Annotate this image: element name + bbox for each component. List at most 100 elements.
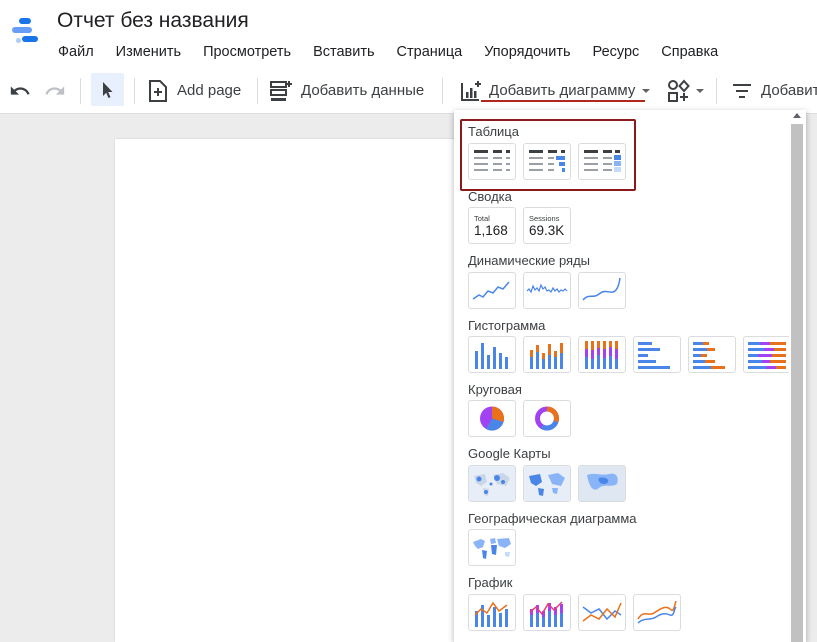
chart-option-donut[interactable] bbox=[523, 400, 571, 437]
scorecard-label: Sessions bbox=[529, 214, 560, 223]
section-table-label: Таблица bbox=[468, 124, 519, 139]
stacked-column-icon bbox=[530, 343, 563, 369]
menu-insert[interactable]: Вставить bbox=[302, 42, 385, 62]
app-bar: Отчет без названия Файл Изменить Просмот… bbox=[0, 0, 817, 68]
add-page-label: Add page bbox=[177, 82, 242, 99]
chart-option-100-stacked-column[interactable] bbox=[578, 336, 626, 373]
chart-option-stacked-bar[interactable] bbox=[688, 336, 736, 373]
chart-option-bubble-map[interactable] bbox=[468, 465, 516, 502]
chart-option-scorecard[interactable]: Total 1,168 bbox=[468, 207, 516, 244]
chart-option-geo[interactable] bbox=[468, 529, 516, 566]
chart-option-sparkline[interactable] bbox=[523, 272, 571, 309]
scrollbar-thumb[interactable] bbox=[791, 124, 803, 642]
stacked-100-column-icon bbox=[585, 341, 618, 369]
chart-option-column[interactable] bbox=[468, 336, 516, 373]
pointer-icon bbox=[103, 82, 113, 98]
data-studio-logo[interactable] bbox=[10, 16, 40, 46]
timeseries-icon bbox=[472, 281, 510, 300]
add-page-icon bbox=[149, 79, 167, 102]
chart-option-table[interactable] bbox=[468, 143, 516, 180]
chart-option-table-bars[interactable] bbox=[523, 143, 571, 180]
add-control-icon bbox=[668, 79, 690, 102]
section-google-maps-label: Google Карты bbox=[468, 446, 551, 461]
chevron-down-icon bbox=[696, 88, 704, 93]
chevron-down-icon bbox=[642, 88, 651, 93]
toolbar-divider bbox=[134, 78, 135, 104]
report-title[interactable]: Отчет без названия bbox=[57, 9, 249, 33]
toolbar-divider bbox=[80, 78, 81, 104]
scorecard-value: 1,168 bbox=[474, 223, 508, 238]
scorecard-value: 69.3K bbox=[529, 223, 565, 238]
table-bars-icon bbox=[529, 150, 565, 172]
chart-option-pie[interactable] bbox=[468, 400, 516, 437]
bubble-map-icon bbox=[469, 466, 515, 501]
add-control-button[interactable] bbox=[667, 68, 706, 113]
scroll-up-arrow-icon[interactable] bbox=[793, 113, 801, 118]
chart-option-stacked-combo[interactable] bbox=[523, 594, 571, 631]
section-bar-label: Гистограмма bbox=[468, 318, 546, 333]
toolbar-divider bbox=[442, 78, 443, 104]
stacked-bar-icon bbox=[693, 342, 725, 369]
add-chart-button[interactable]: Добавить диаграмму bbox=[459, 68, 653, 113]
section-timeseries-label: Динамические ряды bbox=[468, 253, 591, 268]
menu-help[interactable]: Справка bbox=[650, 42, 729, 62]
add-page-button[interactable]: Add page bbox=[147, 68, 241, 113]
toolbar-divider bbox=[716, 78, 717, 104]
chart-option-bar[interactable] bbox=[633, 336, 681, 373]
add-data-icon bbox=[270, 80, 292, 101]
chart-option-100-stacked-bar[interactable] bbox=[743, 336, 791, 373]
bar-chart-icon bbox=[638, 342, 670, 369]
scorecard-label: Total bbox=[474, 214, 490, 223]
section-scorecard-label: Сводка bbox=[468, 189, 512, 204]
line-chart-icon bbox=[582, 602, 622, 622]
section-line-label: График bbox=[468, 575, 513, 590]
report-page[interactable] bbox=[115, 139, 455, 642]
add-chart-label: Добавить диаграмму bbox=[489, 82, 636, 99]
chart-option-heatmap-map[interactable] bbox=[578, 465, 626, 502]
redo-button[interactable] bbox=[44, 68, 66, 113]
menu-page[interactable]: Страница bbox=[386, 42, 474, 62]
add-data-button[interactable]: Добавить данные bbox=[269, 68, 424, 113]
add-control-label: Добавит bbox=[761, 82, 817, 99]
menu-resource[interactable]: Ресурс bbox=[582, 42, 651, 62]
column-chart-icon bbox=[475, 343, 508, 369]
chart-option-line[interactable] bbox=[578, 594, 626, 631]
section-pie-label: Круговая bbox=[468, 382, 522, 397]
toolbar-divider bbox=[257, 78, 258, 104]
stacked-100-bar-icon bbox=[748, 342, 786, 369]
smoothed-line-icon bbox=[637, 600, 677, 624]
filter-icon bbox=[733, 83, 751, 98]
menu-view[interactable]: Просмотреть bbox=[192, 42, 302, 62]
chart-option-smoothed-timeseries[interactable] bbox=[578, 272, 626, 309]
active-underline bbox=[481, 100, 645, 102]
add-data-label: Добавить данные bbox=[301, 82, 425, 99]
menu-edit[interactable]: Изменить bbox=[105, 42, 192, 62]
select-tool-button[interactable] bbox=[91, 73, 124, 106]
undo-button[interactable] bbox=[9, 68, 31, 113]
geo-chart-icon bbox=[473, 538, 511, 559]
chart-option-combo[interactable] bbox=[468, 594, 516, 631]
table-icon bbox=[474, 150, 510, 171]
chart-option-timeseries[interactable] bbox=[468, 272, 516, 309]
heatmap-map-icon bbox=[579, 466, 625, 501]
section-geo-label: Географическая диаграмма bbox=[468, 511, 637, 526]
chart-option-table-heatmap[interactable] bbox=[578, 143, 626, 180]
chart-option-stacked-column[interactable] bbox=[523, 336, 571, 373]
add-filter-button[interactable]: Добавит bbox=[731, 68, 817, 113]
undo-icon bbox=[10, 85, 30, 95]
pie-chart-icon bbox=[480, 406, 505, 431]
smoothed-timeseries-icon bbox=[582, 277, 621, 301]
chart-type-menu: Таблица Сводка Total 1,168 Sessions 69.3 bbox=[454, 110, 806, 642]
menu-bar: Файл Изменить Просмотреть Вставить Стран… bbox=[47, 42, 729, 62]
combo-chart-icon bbox=[474, 601, 508, 627]
chart-option-filled-map[interactable] bbox=[523, 465, 571, 502]
chart-option-smoothed-line[interactable] bbox=[633, 594, 681, 631]
menu-arrange[interactable]: Упорядочить bbox=[473, 42, 581, 62]
filled-map-icon bbox=[524, 466, 570, 501]
redo-icon bbox=[45, 85, 65, 95]
chart-option-scorecard-compact[interactable]: Sessions 69.3K bbox=[523, 207, 571, 244]
menu-file[interactable]: Файл bbox=[47, 42, 105, 62]
add-chart-icon bbox=[461, 80, 481, 101]
donut-chart-icon bbox=[535, 406, 559, 431]
stacked-combo-icon bbox=[529, 601, 563, 627]
